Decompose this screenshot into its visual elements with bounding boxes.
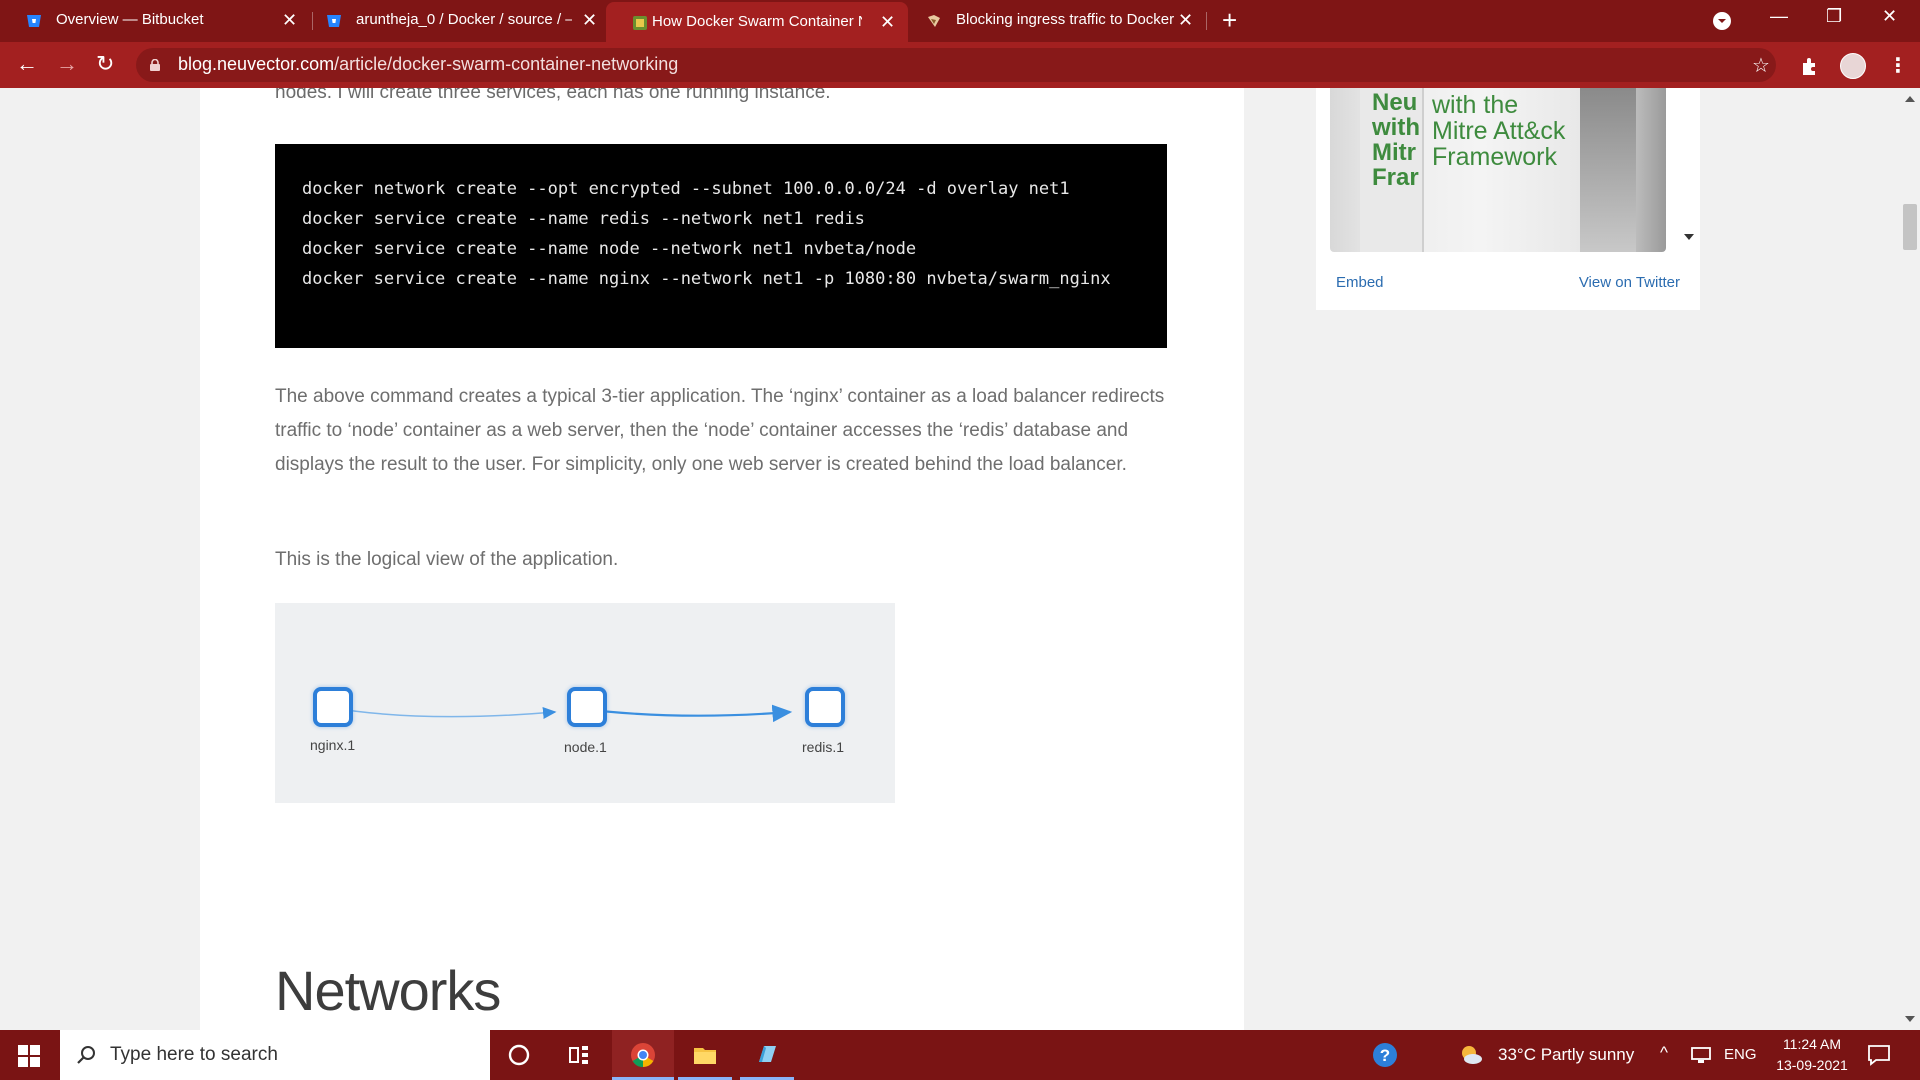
close-icon[interactable]: ✕ <box>880 12 895 33</box>
tab-blocking-ingress[interactable]: Blocking ingress traffic to Docker ✕ <box>900 0 1206 42</box>
chrome-icon[interactable] <box>630 1042 656 1068</box>
section-heading: Networks <box>275 959 501 1022</box>
search-placeholder: Type here to search <box>110 1044 278 1065</box>
menu-icon[interactable]: ⋮ <box>1888 53 1908 78</box>
tab-divider <box>1206 12 1207 30</box>
image-text-left: Neu with Mitr Frar <box>1372 89 1420 191</box>
widget-scroll-down-icon[interactable] <box>1684 234 1694 240</box>
tab-title: aruntheja_0 / Docker / source / — <box>356 11 572 28</box>
restore-button[interactable]: ❐ <box>1826 6 1842 27</box>
clock-date: 13-09-2021 <box>1776 1057 1848 1073</box>
weather-icon[interactable] <box>1458 1042 1484 1068</box>
view-on-twitter-link[interactable]: View on Twitter <box>1579 274 1680 291</box>
notifications-icon[interactable] <box>1866 1042 1892 1068</box>
image-text-right: with the Mitre Att&ck Framework <box>1432 91 1566 171</box>
scroll-down-icon[interactable] <box>1905 1016 1915 1022</box>
code-line: docker network create --opt encrypted --… <box>302 179 1070 199</box>
close-icon[interactable]: ✕ <box>582 10 597 31</box>
promo-image[interactable]: Neu with Mitr Frar with the Mitre Att&ck… <box>1330 88 1666 252</box>
code-block: docker network create --opt encrypted --… <box>275 144 1167 348</box>
taskbar: Type here to search ? 33°C Partly sunny … <box>0 1030 1920 1080</box>
url-path: /article/docker-swarm-container-networki… <box>334 54 679 74</box>
url-text[interactable]: blog.neuvector.com/article/docker-swarm-… <box>178 54 678 75</box>
tab-title: Blocking ingress traffic to Docker <box>956 11 1174 28</box>
edge-nginx-node <box>332 707 557 719</box>
diagram-label: nginx.1 <box>310 737 356 753</box>
clock-time: 11:24 AM <box>1782 1036 1842 1052</box>
tab-docker-swarm-networking[interactable]: How Docker Swarm Container Ne ✕ <box>606 2 908 42</box>
diagram-node-node <box>567 687 607 727</box>
tab-title: Overview — Bitbucket <box>56 11 204 28</box>
network-icon[interactable] <box>1690 1044 1712 1066</box>
bookmark-star-icon[interactable]: ☆ <box>1752 53 1770 78</box>
scroll-up-icon[interactable] <box>1905 96 1915 102</box>
tab-title: How Docker Swarm Container Ne <box>652 13 862 30</box>
windows-start-icon[interactable] <box>18 1045 40 1067</box>
scroll-thumb[interactable] <box>1903 204 1917 250</box>
tab-strip: Overview — Bitbucket ✕ aruntheja_0 / Doc… <box>0 0 1920 42</box>
help-icon[interactable]: ? <box>1372 1042 1398 1068</box>
svg-text:?: ? <box>1380 1046 1390 1065</box>
diagram-node-nginx <box>313 687 353 727</box>
code-line: docker service create --name nginx --net… <box>302 269 1111 289</box>
image-shadow <box>1580 88 1636 252</box>
language-indicator[interactable]: ENG <box>1724 1046 1757 1063</box>
page-icon <box>928 15 940 27</box>
bitbucket-icon <box>27 15 41 27</box>
back-icon[interactable]: ← <box>16 52 38 76</box>
tab-bitbucket-overview[interactable]: Overview — Bitbucket ✕ <box>0 0 306 42</box>
file-explorer-icon[interactable] <box>692 1042 718 1068</box>
code-line: docker service create --name node --netw… <box>302 239 917 259</box>
minimize-button[interactable]: — <box>1770 6 1788 27</box>
extensions-icon[interactable] <box>1800 56 1820 76</box>
chevron-up-icon[interactable]: ^ <box>1660 1043 1668 1063</box>
lock-icon[interactable] <box>150 59 160 71</box>
taskbar-search[interactable]: Type here to search <box>60 1030 490 1080</box>
diagram-node-redis <box>805 687 845 727</box>
reload-icon[interactable]: ↻ <box>96 52 114 76</box>
paragraph: The above command creates a typical 3-ti… <box>275 386 1165 475</box>
task-view-icon[interactable] <box>566 1042 592 1068</box>
embed-link[interactable]: Embed <box>1336 274 1384 291</box>
twitter-embed-widget: Neu with Mitr Frar with the Mitre Att&ck… <box>1316 88 1700 310</box>
application-diagram: nginx.1 node.1 redis.1 <box>275 603 895 803</box>
edge-node-redis <box>574 704 793 723</box>
weather-text[interactable]: 33°C Partly sunny <box>1498 1045 1634 1065</box>
close-icon[interactable]: ✕ <box>282 10 297 31</box>
profile-avatar[interactable] <box>1840 53 1866 79</box>
intro-text: nodes. I will create three services, eac… <box>275 88 831 103</box>
page-scrollbar[interactable] <box>1900 88 1920 1030</box>
paragraph: This is the logical view of the applicat… <box>275 549 619 570</box>
close-icon[interactable]: ✕ <box>1178 10 1193 31</box>
page-viewport: nodes. I will create three services, eac… <box>0 88 1920 1030</box>
article-body: nodes. I will create three services, eac… <box>200 88 1244 1030</box>
diagram-label: redis.1 <box>802 739 845 755</box>
app-icon[interactable] <box>754 1042 780 1068</box>
tab-search-icon[interactable] <box>1712 11 1732 31</box>
cortana-icon[interactable] <box>506 1042 532 1068</box>
search-icon <box>77 1046 95 1064</box>
clock[interactable]: 11:24 AM 13-09-2021 <box>1762 1034 1862 1076</box>
code-line: docker service create --name redis --net… <box>302 209 865 229</box>
bitbucket-icon <box>327 15 341 27</box>
close-window-button[interactable]: ✕ <box>1882 6 1897 27</box>
diagram-label: node.1 <box>564 739 607 755</box>
tab-bitbucket-source[interactable]: aruntheja_0 / Docker / source / — ✕ <box>300 0 606 42</box>
forward-icon[interactable]: → <box>56 52 78 76</box>
url-host: blog.neuvector.com <box>178 54 335 74</box>
new-tab-button[interactable]: + <box>1222 6 1237 34</box>
neuvector-icon <box>633 16 647 30</box>
